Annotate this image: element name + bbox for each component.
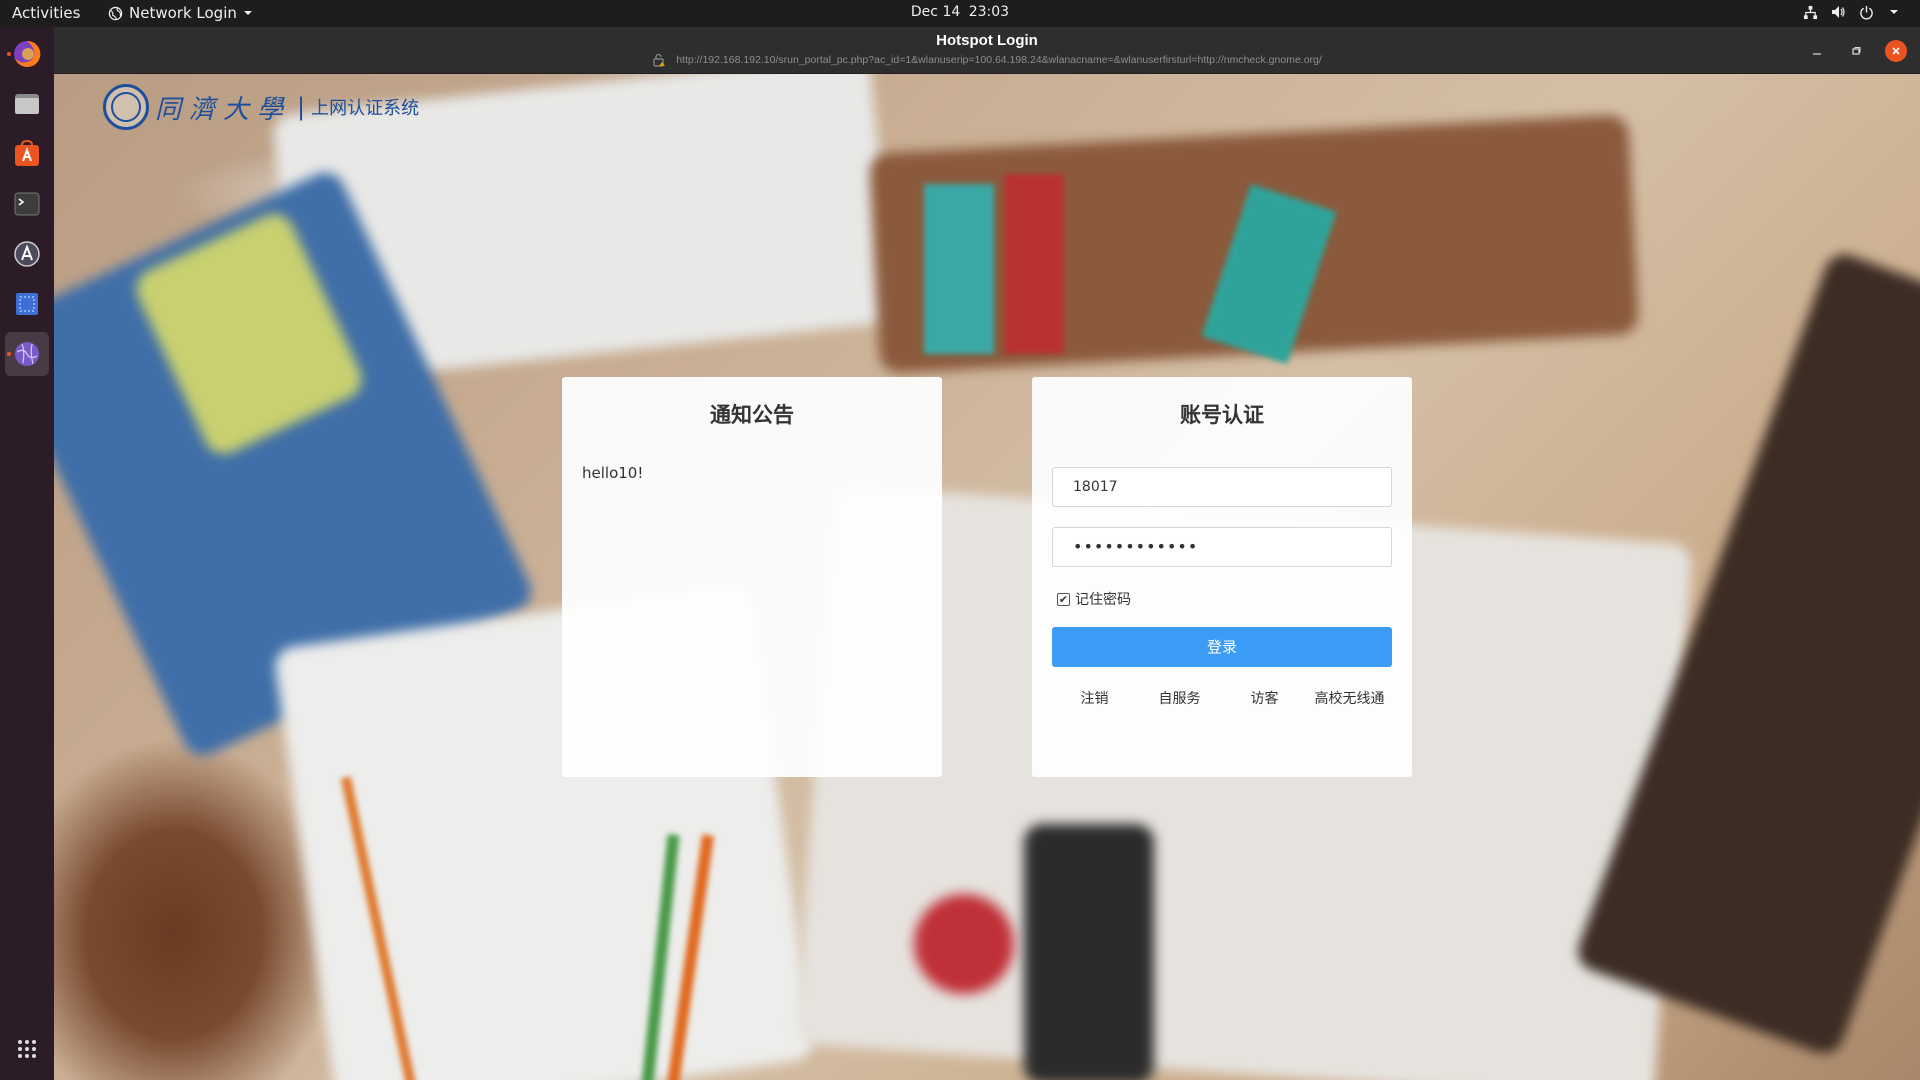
software-store-icon [15, 139, 39, 166]
system-tray[interactable] [1802, 4, 1902, 20]
volume-icon[interactable] [1830, 4, 1846, 20]
files-icon [15, 94, 39, 114]
url-row: http://192.168.192.10/srun_portal_pc.php… [54, 53, 1920, 67]
firefox-launcher[interactable] [5, 32, 49, 76]
minimize-icon [1813, 53, 1821, 55]
firefox-icon [14, 40, 41, 67]
portal-page: 同濟大學 | 上网认证系统 通知公告 hello10! 账号认证 18017 •… [54, 74, 1920, 1080]
software-launcher[interactable] [5, 132, 49, 176]
insecure-lock-icon[interactable] [652, 53, 666, 67]
university-logo: 同濟大學 | 上网认证系统 [103, 84, 419, 130]
close-icon [1892, 47, 1900, 55]
network-login-launcher[interactable] [5, 332, 49, 376]
network-globe-icon [15, 342, 39, 366]
password-input[interactable]: •••••••••••• [1052, 527, 1392, 567]
app-grid-icon [18, 1040, 36, 1058]
background-phone [1024, 824, 1154, 1080]
minimize-button[interactable] [1806, 40, 1828, 62]
auth-title: 账号认证 [1180, 403, 1264, 427]
terminal-launcher[interactable] [5, 182, 49, 226]
files-launcher[interactable] [5, 82, 49, 126]
auth-card: 账号认证 18017 •••••••••••• ✔ 记住密码 登录 注销 自服务… [1032, 377, 1412, 777]
login-button[interactable]: 登录 [1052, 627, 1392, 667]
notice-title: 通知公告 [710, 403, 794, 427]
running-indicator [7, 352, 11, 356]
running-indicator [7, 52, 11, 56]
hotspot-login-window: Hotspot Login http://192.168.192.10/srun… [54, 27, 1920, 1080]
close-button[interactable] [1885, 40, 1907, 62]
clock-date: Dec 14 [910, 4, 961, 20]
remember-password-row[interactable]: ✔ 记住密码 [1057, 589, 1131, 609]
software-updater-icon [14, 241, 40, 267]
window-title: Hotspot Login [936, 32, 1038, 49]
background-logo-circle [914, 894, 1014, 994]
maximize-button[interactable] [1845, 40, 1867, 62]
remember-password-checkbox[interactable]: ✔ [1057, 592, 1070, 606]
auth-links: 注销 自服务 访客 高校无线通 [1052, 688, 1392, 708]
campus-wireless-link[interactable]: 高校无线通 [1307, 688, 1392, 708]
clock-time: 23:03 [968, 4, 1010, 20]
url-text[interactable]: http://192.168.192.10/srun_portal_pc.php… [676, 54, 1322, 66]
notice-card: 通知公告 hello10! [562, 377, 942, 777]
screenshot-icon [16, 293, 38, 315]
self-service-link[interactable]: 自服务 [1137, 688, 1222, 708]
chevron-down-icon[interactable] [1886, 4, 1902, 20]
remember-password-label[interactable]: 记住密码 [1075, 589, 1131, 609]
notice-text: hello10! [582, 464, 644, 482]
power-icon[interactable] [1858, 4, 1874, 20]
restore-icon [1852, 47, 1861, 55]
university-name: 同濟大學 [155, 94, 292, 125]
show-applications-button[interactable] [5, 1027, 49, 1071]
guest-link[interactable]: 访客 [1222, 688, 1307, 708]
username-input[interactable]: 18017 [1052, 467, 1392, 507]
terminal-icon [14, 192, 40, 216]
logo-separator: | [297, 93, 306, 121]
network-wired-icon[interactable] [1802, 4, 1818, 20]
logout-link[interactable]: 注销 [1052, 688, 1137, 708]
background-book-red [1004, 174, 1064, 354]
top-bar: Activities Network Login Dec 14 23:03 [0, 0, 1920, 27]
updater-launcher[interactable] [5, 232, 49, 276]
screenshot-launcher[interactable] [5, 282, 49, 326]
background-book-teal [924, 184, 994, 354]
dock [0, 27, 54, 1080]
window-titlebar[interactable]: Hotspot Login http://192.168.192.10/srun… [54, 27, 1920, 74]
clock[interactable]: Dec 14 23:03 [0, 4, 1920, 20]
system-name: 上网认证系统 [311, 98, 420, 119]
university-seal-icon [103, 84, 149, 130]
